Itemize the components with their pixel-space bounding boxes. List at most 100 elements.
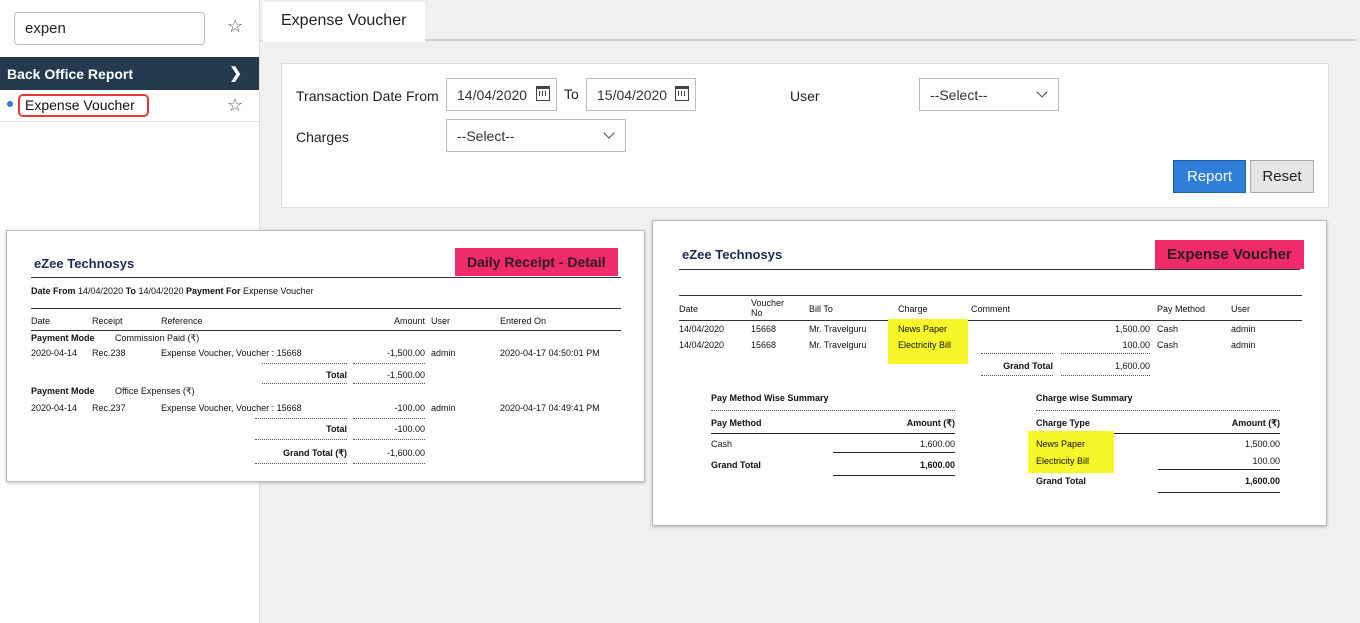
summary-rule [833,475,955,476]
dotted-rule [255,418,347,419]
grand-total-label: Grand Total [1003,361,1053,371]
pay-summary-col: Pay Method [711,418,762,428]
dotted-rule [262,363,347,364]
col-header: Reference [161,316,203,326]
user-label: User [790,88,820,104]
row-amount: 1,500.00 [1114,324,1150,334]
col-header: Charge [898,304,928,314]
row-voucher: 15668 [751,340,777,350]
dotted-rule [353,463,425,464]
date-to-label: To [564,86,579,102]
report-company-name: eZee Technosys [34,256,135,271]
tab-expense-voucher[interactable]: Expense Voucher [263,2,425,42]
chevron-down-icon [603,127,615,139]
dotted-rule [1036,410,1280,411]
menu-item-expense-voucher[interactable]: Expense Voucher [18,94,149,117]
row-bill-to: Mr. Travelguru [809,324,867,334]
row-pay-method: Cash [1157,340,1179,350]
calendar-icon[interactable] [675,86,689,101]
group-total-label: Total [326,370,347,380]
menu-search-input[interactable] [15,13,204,44]
charge-summary-col: Charge Type [1036,418,1090,428]
subtitle-part: 14/04/2020 [78,286,124,296]
dotted-rule [353,363,425,364]
row-user: admin [431,348,456,358]
group-total-label: Total [326,424,347,434]
payment-mode-value: Office Expenses (₹) [115,386,195,396]
reset-button[interactable]: Reset [1250,160,1314,193]
header-rule [31,330,621,331]
charge-summary-title: Charge wise Summary [1036,393,1133,403]
payment-mode-value: Commission Paid (₹) [115,333,200,343]
row-voucher: 15668 [751,324,777,334]
charge-summary-total: 1,600.00 [1244,476,1280,486]
col-header: Date [679,304,699,314]
row-date: 14/04/2020 [679,324,725,334]
row-entered-on: 2020-04-17 04:49:41 PM [500,403,600,413]
row-charge: Electricity Bill [898,340,952,350]
menu-section-header[interactable]: Back Office Report ❯ [0,57,259,90]
col-header: Comment [971,304,1011,314]
charge-summary-amount: 1,500.00 [1244,439,1280,449]
dotted-rule [353,383,425,384]
star-icon[interactable]: ☆ [227,17,243,35]
row-receipt: Rec.238 [92,348,126,358]
header-rule [679,295,1302,296]
chevron-right-icon: ❯ [229,65,242,82]
favorite-star-icon[interactable]: ☆ [227,96,243,114]
highlight-marker [1028,431,1114,473]
chevron-down-icon [1036,86,1048,98]
row-bill-to: Mr. Travelguru [809,340,867,350]
row-entered-on: 2020-04-17 04:50:01 PM [500,348,600,358]
summary-rule [1158,469,1280,470]
dotted-rule [353,418,425,419]
col-header: Pay Method [1157,304,1206,314]
col-header: Date [31,316,51,326]
date-from-value: 14/04/2020 [457,87,528,103]
col-header: Receipt [92,316,123,326]
charge-summary-col: Amount (₹) [1231,418,1280,428]
tab-bar-rule [425,0,1356,40]
header-rule [31,308,621,309]
subtitle-part: Expense Voucher [243,286,314,296]
menu-search-field[interactable] [14,12,205,45]
pay-summary-col: Amount (₹) [906,418,955,428]
grand-total-value: 1,600.00 [1114,361,1150,371]
charge-summary-total-label: Grand Total [1036,476,1086,486]
dotted-rule [981,353,1053,354]
row-reference: Expense Voucher, Voucher : 15668 [161,403,302,413]
report-button[interactable]: Report [1173,160,1246,193]
date-to-field[interactable]: 15/04/2020 [586,78,696,111]
date-to-value: 15/04/2020 [597,87,668,103]
row-charge: News Paper [898,324,948,334]
row-date: 2020-04-14 [31,348,78,358]
pay-summary-total: 1,600.00 [919,460,955,470]
row-reference: Expense Voucher, Voucher : 15668 [161,348,302,358]
row-user: admin [1231,324,1256,334]
dotted-rule [981,375,1053,376]
row-amount: 100.00 [1122,340,1150,350]
charges-select[interactable]: --Select-- [446,119,626,152]
calendar-icon[interactable] [536,86,550,101]
col-header: User [431,316,451,326]
dotted-rule [255,463,347,464]
date-from-field[interactable]: 14/04/2020 [446,78,557,111]
expense-voucher-report-preview: eZee Technosys Expense Voucher Date Vouc… [652,220,1327,526]
active-bullet-icon [7,101,13,107]
grand-total-value: -1,600.00 [386,448,425,458]
row-amount: -1,500.00 [386,348,425,358]
row-user: admin [431,403,456,413]
menu-section-label: Back Office Report [7,66,134,82]
grand-total-label: Grand Total (₹) [282,448,347,458]
summary-rule [711,433,955,434]
col-header: Bill To [809,304,833,314]
row-user: admin [1231,340,1256,350]
dotted-rule [1061,375,1150,376]
col-header: Entered On [500,316,547,326]
row-amount: -100.00 [394,403,425,413]
user-select[interactable]: --Select-- [919,78,1059,111]
pay-summary-method: Cash [711,439,733,449]
payment-mode-label: Payment Mode [31,333,95,343]
row-pay-method: Cash [1157,324,1179,334]
group-total-value: -100.00 [394,424,425,434]
